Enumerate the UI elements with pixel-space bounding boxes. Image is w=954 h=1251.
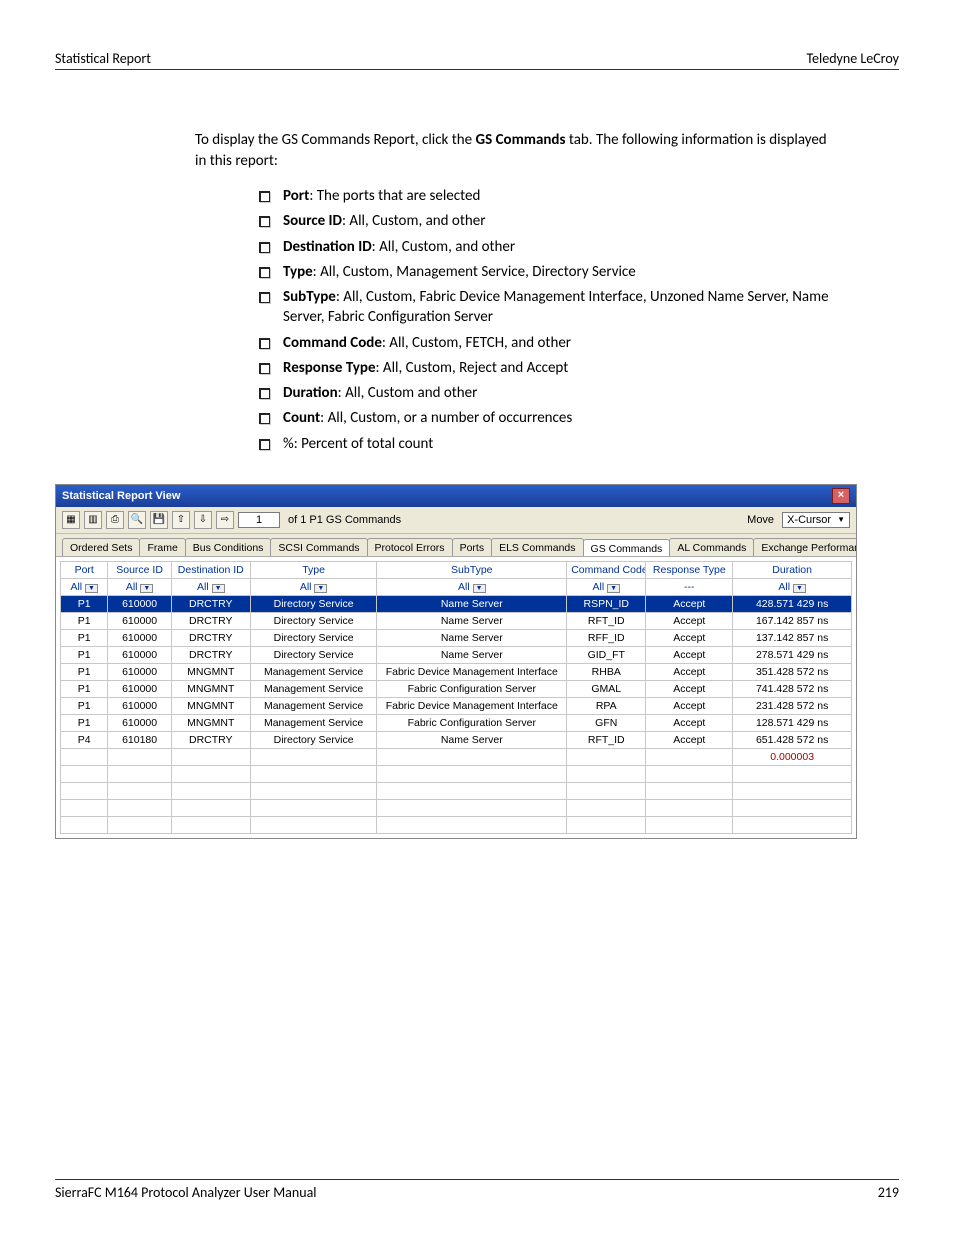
page-field[interactable]: 1	[238, 512, 280, 528]
arrow-right-icon[interactable]: ⇨	[216, 511, 234, 529]
filter-dur[interactable]: All ▼	[733, 578, 852, 595]
col-header[interactable]: Source ID	[108, 561, 171, 578]
page-header: Statistical Report Teledyne LeCroy	[55, 50, 899, 70]
page-info: of 1 P1 GS Commands	[284, 514, 405, 526]
table-row[interactable]: P4610180DRCTRYDirectory ServiceName Serv…	[61, 731, 852, 748]
data-grid: PortSource IDDestination IDTypeSubTypeCo…	[60, 561, 852, 834]
table-row[interactable]: P1610000MNGMNTManagement ServiceFabric D…	[61, 663, 852, 680]
filter-src[interactable]: All ▼	[108, 578, 171, 595]
col-header[interactable]: Duration	[733, 561, 852, 578]
table-row[interactable]: P1610000MNGMNTManagement ServiceFabric C…	[61, 680, 852, 697]
table-row[interactable]: P1610000DRCTRYDirectory ServiceName Serv…	[61, 612, 852, 629]
footer-left: SierraFC M164 Protocol Analyzer User Man…	[55, 1184, 317, 1201]
tab-els-commands[interactable]: ELS Commands	[491, 538, 583, 556]
preview-icon[interactable]: 🔍	[128, 511, 146, 529]
col-header[interactable]: Type	[250, 561, 377, 578]
filter-port[interactable]: All ▼	[61, 578, 108, 595]
tab-strip: Ordered SetsFrameBus ConditionsSCSI Comm…	[56, 534, 856, 557]
close-icon[interactable]: ×	[832, 488, 850, 504]
filter-sub[interactable]: All ▼	[377, 578, 567, 595]
table-row[interactable]: P1610000DRCTRYDirectory ServiceName Serv…	[61, 595, 852, 612]
filter-row: All ▼ All ▼ All ▼ All ▼ All ▼ All ▼ --- …	[61, 578, 852, 595]
tab-ports[interactable]: Ports	[452, 538, 493, 556]
table-row[interactable]: P1610000MNGMNTManagement ServiceFabric C…	[61, 714, 852, 731]
save-icon[interactable]: 💾	[150, 511, 168, 529]
tab-gs-commands[interactable]: GS Commands	[583, 539, 671, 557]
page-footer: SierraFC M164 Protocol Analyzer User Man…	[55, 1179, 899, 1201]
table-row: 0.000003	[61, 748, 852, 765]
table-row[interactable]: P1610000MNGMNTManagement ServiceFabric D…	[61, 697, 852, 714]
header-left: Statistical Report	[55, 50, 151, 67]
table-row	[61, 799, 852, 816]
tab-exchange-performance[interactable]: Exchange Performance	[753, 538, 856, 556]
tab-frame[interactable]: Frame	[139, 538, 185, 556]
list-item: Duration: All, Custom and other	[255, 383, 855, 403]
table-row	[61, 782, 852, 799]
filter-dst[interactable]: All ▼	[171, 578, 250, 595]
table-row[interactable]: P1610000DRCTRYDirectory ServiceName Serv…	[61, 646, 852, 663]
arrow-up-icon[interactable]: ⇧	[172, 511, 190, 529]
window-title: Statistical Report View	[62, 490, 180, 502]
intro-paragraph: To display the GS Commands Report, click…	[195, 130, 835, 172]
list-item: SubType: All, Custom, Fabric Device Mana…	[255, 287, 855, 328]
table-row	[61, 816, 852, 833]
list-item: Response Type: All, Custom, Reject and A…	[255, 358, 855, 378]
screenshot-window: Statistical Report View × ▦ ▥ ⎙ 🔍 💾 ⇧ ⇩ …	[55, 484, 857, 839]
arrow-down-icon[interactable]: ⇩	[194, 511, 212, 529]
tab-ordered-sets[interactable]: Ordered Sets	[62, 538, 140, 556]
move-label: Move	[743, 514, 778, 526]
table-row	[61, 765, 852, 782]
tab-bus-conditions[interactable]: Bus Conditions	[185, 538, 272, 556]
titlebar: Statistical Report View ×	[56, 485, 856, 507]
filter-cmd[interactable]: All ▼	[567, 578, 646, 595]
tab-protocol-errors[interactable]: Protocol Errors	[367, 538, 453, 556]
field-list: Port: The ports that are selected Source …	[255, 186, 855, 454]
list-item: Command Code: All, Custom, FETCH, and ot…	[255, 333, 855, 353]
col-header[interactable]: Port	[61, 561, 108, 578]
grid-wrap: PortSource IDDestination IDTypeSubTypeCo…	[56, 557, 856, 838]
header-row: PortSource IDDestination IDTypeSubTypeCo…	[61, 561, 852, 578]
filter-type[interactable]: All ▼	[250, 578, 377, 595]
list-item: Destination ID: All, Custom, and other	[255, 237, 855, 257]
col-header[interactable]: Response Type	[646, 561, 733, 578]
chevron-down-icon: ▼	[837, 515, 845, 524]
move-select-value: X-Cursor	[787, 514, 831, 526]
col-header[interactable]: Destination ID	[171, 561, 250, 578]
toolbar-icon-2[interactable]: ▥	[84, 511, 102, 529]
col-header[interactable]: SubType	[377, 561, 567, 578]
header-right: Teledyne LeCroy	[806, 50, 899, 67]
tab-scsi-commands[interactable]: SCSI Commands	[270, 538, 367, 556]
move-select[interactable]: X-Cursor ▼	[782, 512, 850, 528]
list-item: Source ID: All, Custom, and other	[255, 211, 855, 231]
print-icon[interactable]: ⎙	[106, 511, 124, 529]
tab-al-commands[interactable]: AL Commands	[669, 538, 754, 556]
list-item: %: Percent of total count	[255, 434, 855, 454]
toolbar-icon-1[interactable]: ▦	[62, 511, 80, 529]
intro-pre: To display the GS Commands Report, click…	[195, 131, 476, 149]
filter-resp[interactable]: ---	[646, 578, 733, 595]
col-header[interactable]: Command Code	[567, 561, 646, 578]
toolbar: ▦ ▥ ⎙ 🔍 💾 ⇧ ⇩ ⇨ 1 of 1 P1 GS Commands Mo…	[56, 507, 856, 534]
list-item: Type: All, Custom, Management Service, D…	[255, 262, 855, 282]
list-item: Port: The ports that are selected	[255, 186, 855, 206]
table-row[interactable]: P1610000DRCTRYDirectory ServiceName Serv…	[61, 629, 852, 646]
list-item: Count: All, Custom, or a number of occur…	[255, 408, 855, 428]
footer-right: 219	[878, 1184, 899, 1201]
intro-strong: GS Commands	[476, 131, 566, 149]
